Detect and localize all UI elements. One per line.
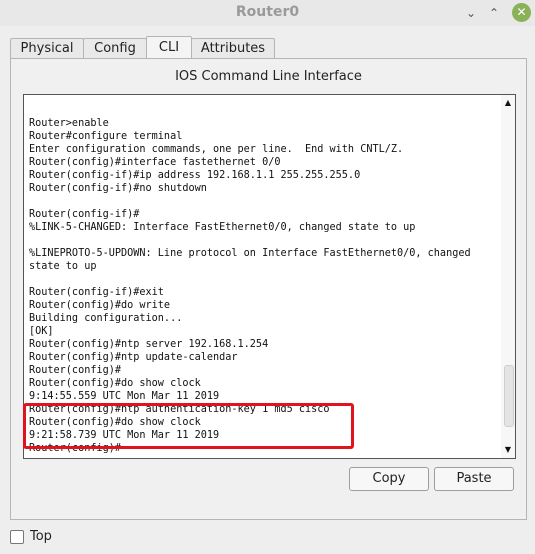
- console-line: 9:14:55.559 UTC Mon Mar 11 2019: [29, 391, 220, 402]
- console-line: Router(config)#ntp authentication-key 1 …: [29, 404, 330, 415]
- console-line: Router(config)#ntp update-calendar: [29, 352, 238, 363]
- top-checkbox-label: Top: [30, 529, 52, 544]
- tab-cli[interactable]: CLI: [146, 36, 192, 60]
- window-title: Router0: [235, 4, 300, 20]
- console-line: %LINK-5-CHANGED: Interface FastEthernet0…: [29, 222, 416, 233]
- tab-attributes[interactable]: Attributes: [191, 38, 275, 59]
- console-line: Router(config-if)#: [29, 209, 140, 220]
- paste-button[interactable]: Paste: [434, 467, 514, 491]
- scroll-down-icon[interactable]: ▼: [503, 445, 513, 455]
- console-line: Router(config-if)#no shutdown: [29, 183, 207, 194]
- scroll-thumb[interactable]: [504, 365, 514, 427]
- console-output[interactable]: Router>enable Router#configure terminal En…: [29, 117, 471, 455]
- panel-heading: IOS Command Line Interface: [175, 69, 362, 84]
- console-line: Router>enable: [29, 118, 109, 129]
- console-line: state to up: [29, 261, 97, 272]
- console-line: Router(config)#interface fastethernet 0/…: [29, 157, 281, 168]
- tab-physical[interactable]: Physical: [10, 38, 84, 59]
- console-line: Router(config)#do show clock: [29, 378, 201, 389]
- maximize-icon[interactable]: ⌃: [485, 4, 503, 22]
- console-line: Router(config-if)#ip address 192.168.1.1…: [29, 170, 361, 181]
- console-line: Router(config)#do write: [29, 300, 171, 311]
- title-bar: Router0 ⌄ ⌃ ✕: [0, 0, 535, 26]
- scroll-track[interactable]: [504, 113, 514, 441]
- close-icon[interactable]: ✕: [512, 3, 531, 22]
- console-line: Router(config)#do show clock: [29, 417, 201, 428]
- console-line: 9:21:58.739 UTC Mon Mar 11 2019: [29, 430, 220, 441]
- cli-console[interactable]: Router>enable Router#configure terminal En…: [23, 94, 503, 459]
- console-line: %LINEPROTO-5-UPDOWN: Line protocol on In…: [29, 248, 471, 259]
- copy-button[interactable]: Copy: [349, 467, 429, 491]
- console-line: Building configuration...: [29, 313, 183, 324]
- console-line: Router(config)#: [29, 365, 122, 376]
- console-line: Router(config-if)#exit: [29, 287, 164, 298]
- console-line: Enter configuration commands, one per li…: [29, 144, 404, 155]
- console-line: [OK]: [29, 326, 54, 337]
- scroll-up-icon[interactable]: ▲: [503, 98, 513, 108]
- console-line: Router(config)#: [29, 443, 122, 454]
- console-line: Router#configure terminal: [29, 131, 183, 142]
- tab-config[interactable]: Config: [83, 38, 147, 59]
- top-checkbox[interactable]: [10, 530, 24, 544]
- minimize-icon[interactable]: ⌄: [462, 4, 480, 22]
- cli-panel: IOS Command Line Interface Router>enable…: [10, 58, 527, 520]
- console-line: Router(config)#ntp server 192.168.1.254: [29, 339, 269, 350]
- console-scrollbar[interactable]: ▲ ▼: [501, 94, 516, 459]
